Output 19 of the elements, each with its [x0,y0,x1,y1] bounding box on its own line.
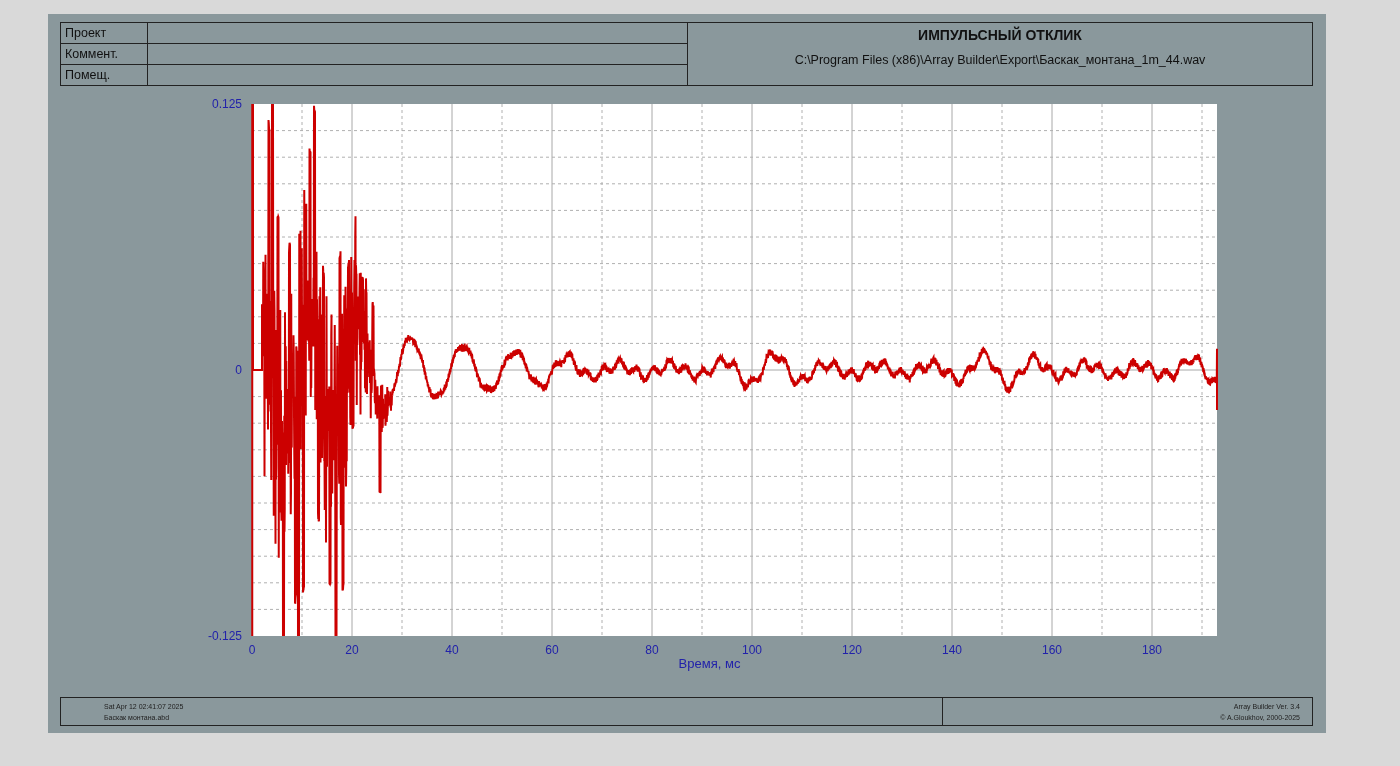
axis-label: 100 [742,643,762,657]
axis-label: 0 [235,363,242,377]
axis-label: 60 [545,643,559,657]
axis-label: 180 [1142,643,1162,657]
field-label: Проект [65,26,107,40]
axis-label: 80 [645,643,659,657]
axis-label: 120 [842,643,862,657]
axis-label: 20 [345,643,359,657]
file-path: C:\Program Files (x86)\Array Builder\Export\Баскак_монтана_1m_44.wav [794,52,1206,69]
axis-label: -0.125 [207,629,242,643]
axis-label: 0 [248,643,256,657]
axis-label: 140 [942,643,962,657]
axis-label: 160 [1042,643,1062,657]
field-label: Коммент. [65,47,119,61]
axis-label: 0.125 [211,97,242,111]
field-label: Помещ. [65,68,111,82]
axis-title: Время, мс [678,656,741,671]
axis-label: 40 [445,643,459,657]
report-title: ИМПУЛЬСНЫЙ ОТКЛИК [918,25,1082,45]
